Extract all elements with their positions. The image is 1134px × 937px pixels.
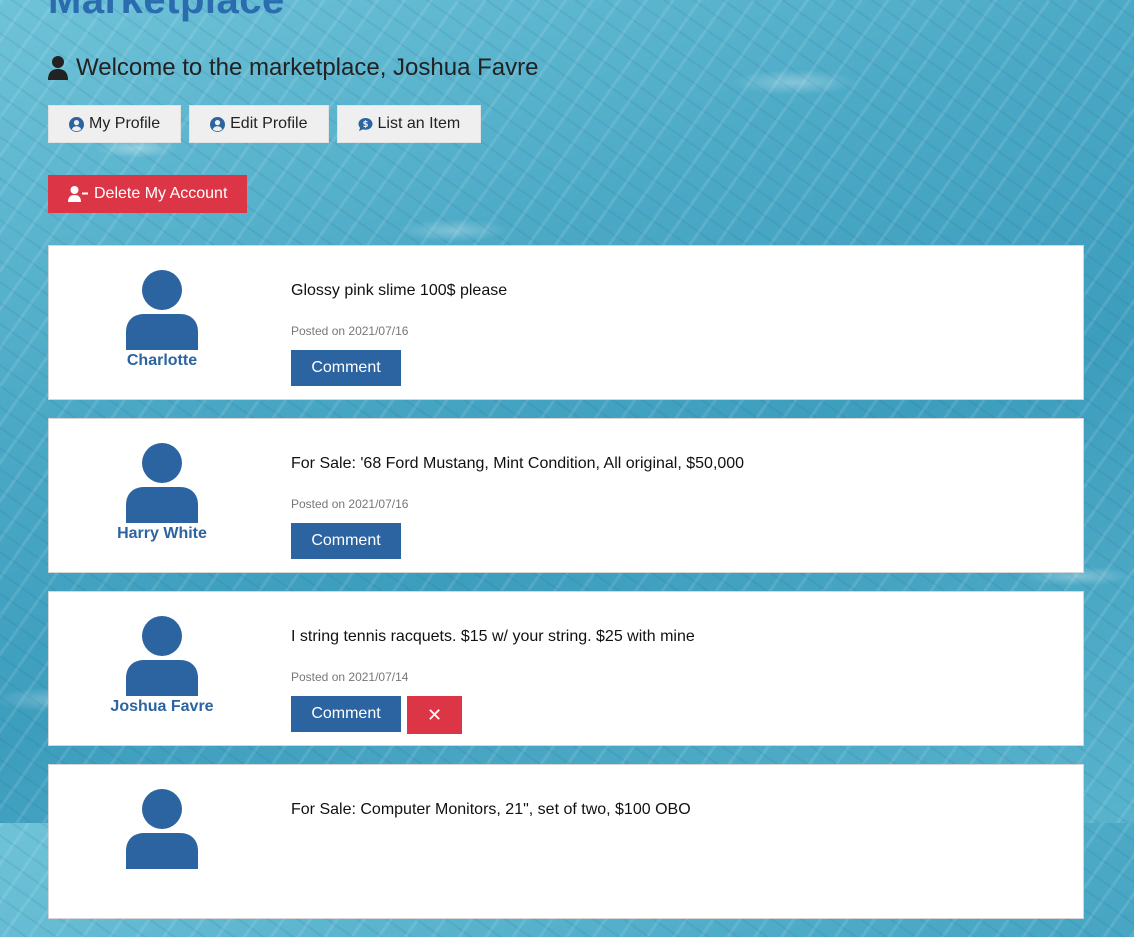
profile-actions: My Profile Edit Profile $ List an Item bbox=[48, 105, 482, 143]
post-content: For Sale: Computer Monitors, 21", set of… bbox=[291, 801, 1063, 819]
post-meta: Posted on 2021/07/16 bbox=[291, 324, 1063, 338]
post-date: 2021/07/14 bbox=[348, 670, 409, 684]
post-text: I string tennis racquets. $15 w/ your st… bbox=[291, 628, 695, 645]
post-actions: Comment ✕ bbox=[291, 696, 1063, 734]
post-author[interactable]: Joshua Favre bbox=[109, 616, 215, 716]
post-content: Glossy pink slime 100$ please Posted on … bbox=[291, 282, 1063, 386]
list-item-button[interactable]: $ List an Item bbox=[336, 105, 482, 143]
author-name[interactable]: Joshua Favre bbox=[109, 698, 215, 716]
post-author[interactable] bbox=[109, 789, 215, 869]
post-text: For Sale: Computer Monitors, 21", set of… bbox=[291, 801, 691, 818]
post-card: For Sale: Computer Monitors, 21", set of… bbox=[48, 764, 1084, 919]
delete-post-button[interactable]: ✕ bbox=[407, 696, 462, 734]
posted-label: Posted on bbox=[291, 670, 346, 684]
dollar-comment-icon: $ bbox=[357, 117, 373, 131]
avatar-icon bbox=[126, 443, 198, 523]
delete-account-button[interactable]: Delete My Account bbox=[48, 175, 248, 213]
post-date: 2021/07/16 bbox=[348, 497, 409, 511]
list-item-label: List an Item bbox=[377, 115, 461, 132]
avatar-icon bbox=[126, 616, 198, 696]
post-date: 2021/07/16 bbox=[348, 324, 409, 338]
post-author[interactable]: Charlotte bbox=[109, 270, 215, 370]
post-actions: Comment bbox=[291, 523, 1063, 559]
user-minus-icon bbox=[68, 186, 88, 202]
post-content: For Sale: '68 Ford Mustang, Mint Conditi… bbox=[291, 455, 1063, 559]
posts-list: Charlotte Glossy pink slime 100$ please … bbox=[48, 245, 1084, 937]
user-circle-icon bbox=[69, 116, 84, 132]
svg-text:$: $ bbox=[362, 119, 368, 129]
post-content: I string tennis racquets. $15 w/ your st… bbox=[291, 628, 1063, 734]
welcome-message: Welcome to the marketplace, Joshua Favre bbox=[48, 54, 538, 82]
edit-profile-label: Edit Profile bbox=[230, 115, 308, 132]
avatar-icon bbox=[126, 270, 198, 350]
comment-button[interactable]: Comment bbox=[291, 350, 401, 386]
welcome-text: Welcome to the marketplace, Joshua Favre bbox=[76, 54, 539, 81]
my-profile-label: My Profile bbox=[89, 115, 161, 132]
delete-account-label: Delete My Account bbox=[94, 185, 228, 202]
author-name[interactable]: Harry White bbox=[109, 525, 215, 543]
user-circle-icon bbox=[210, 116, 226, 132]
comment-button[interactable]: Comment bbox=[291, 523, 401, 559]
page-title: Marketplace bbox=[48, 0, 285, 22]
post-text: Glossy pink slime 100$ please bbox=[291, 282, 508, 299]
post-meta: Posted on 2021/07/16 bbox=[291, 497, 1063, 511]
post-meta: Posted on 2021/07/14 bbox=[291, 670, 1063, 684]
post-actions: Comment bbox=[291, 350, 1063, 386]
comment-button[interactable]: Comment bbox=[291, 696, 401, 732]
post-card: Joshua Favre I string tennis racquets. $… bbox=[48, 591, 1084, 746]
edit-profile-button[interactable]: Edit Profile bbox=[189, 105, 329, 143]
my-profile-button[interactable]: My Profile bbox=[48, 105, 182, 143]
posted-label: Posted on bbox=[291, 497, 346, 511]
avatar-icon bbox=[126, 789, 198, 869]
post-author[interactable]: Harry White bbox=[109, 443, 215, 543]
posted-label: Posted on bbox=[291, 324, 346, 338]
post-text: For Sale: '68 Ford Mustang, Mint Conditi… bbox=[291, 455, 745, 472]
post-card: Charlotte Glossy pink slime 100$ please … bbox=[48, 245, 1084, 400]
author-name[interactable]: Charlotte bbox=[109, 352, 215, 370]
user-icon bbox=[48, 56, 68, 80]
post-card: Harry White For Sale: '68 Ford Mustang, … bbox=[48, 418, 1084, 573]
